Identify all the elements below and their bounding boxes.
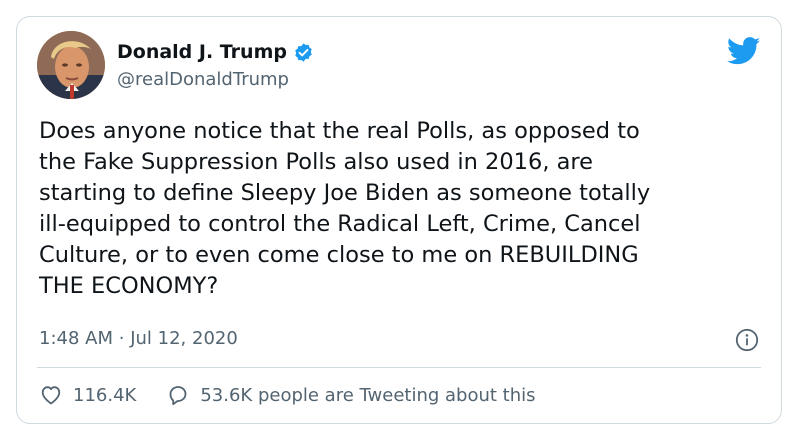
avatar-photo: [37, 31, 105, 99]
timestamp-separator: ·: [118, 328, 125, 349]
like-button[interactable]: 116.4K: [39, 383, 136, 407]
tweet-timestamp[interactable]: 1:48 AM · Jul 12, 2020: [39, 328, 238, 349]
speech-bubble-icon: [169, 386, 187, 405]
display-name[interactable]: Donald J. Trump: [117, 41, 287, 63]
author-handle[interactable]: @realDonaldTrump: [117, 69, 289, 90]
divider: [37, 367, 761, 368]
conversation-text: 53.6K people are Tweeting about this: [200, 384, 536, 406]
verified-badge-icon: [295, 42, 312, 62]
info-icon[interactable]: [735, 328, 759, 352]
twitter-bird-icon[interactable]: [727, 37, 761, 65]
like-count: 116.4K: [73, 384, 137, 406]
tweet-date: Jul 12, 2020: [130, 328, 238, 349]
avatar[interactable]: [37, 31, 105, 99]
tweet-card[interactable]: Donald J. Trump @realDonaldTrump Does an…: [16, 16, 782, 424]
author-name-row: Donald J. Trump: [117, 41, 314, 63]
tweet-actions: 116.4K 53.6K people are Tweeting about t…: [39, 383, 536, 407]
heart-icon: [41, 386, 61, 405]
tweet-text: Does anyone notice that the real Polls, …: [39, 118, 651, 299]
tweet-time: 1:48 AM: [39, 328, 113, 349]
conversation-link[interactable]: 53.6K people are Tweeting about this: [166, 383, 536, 407]
